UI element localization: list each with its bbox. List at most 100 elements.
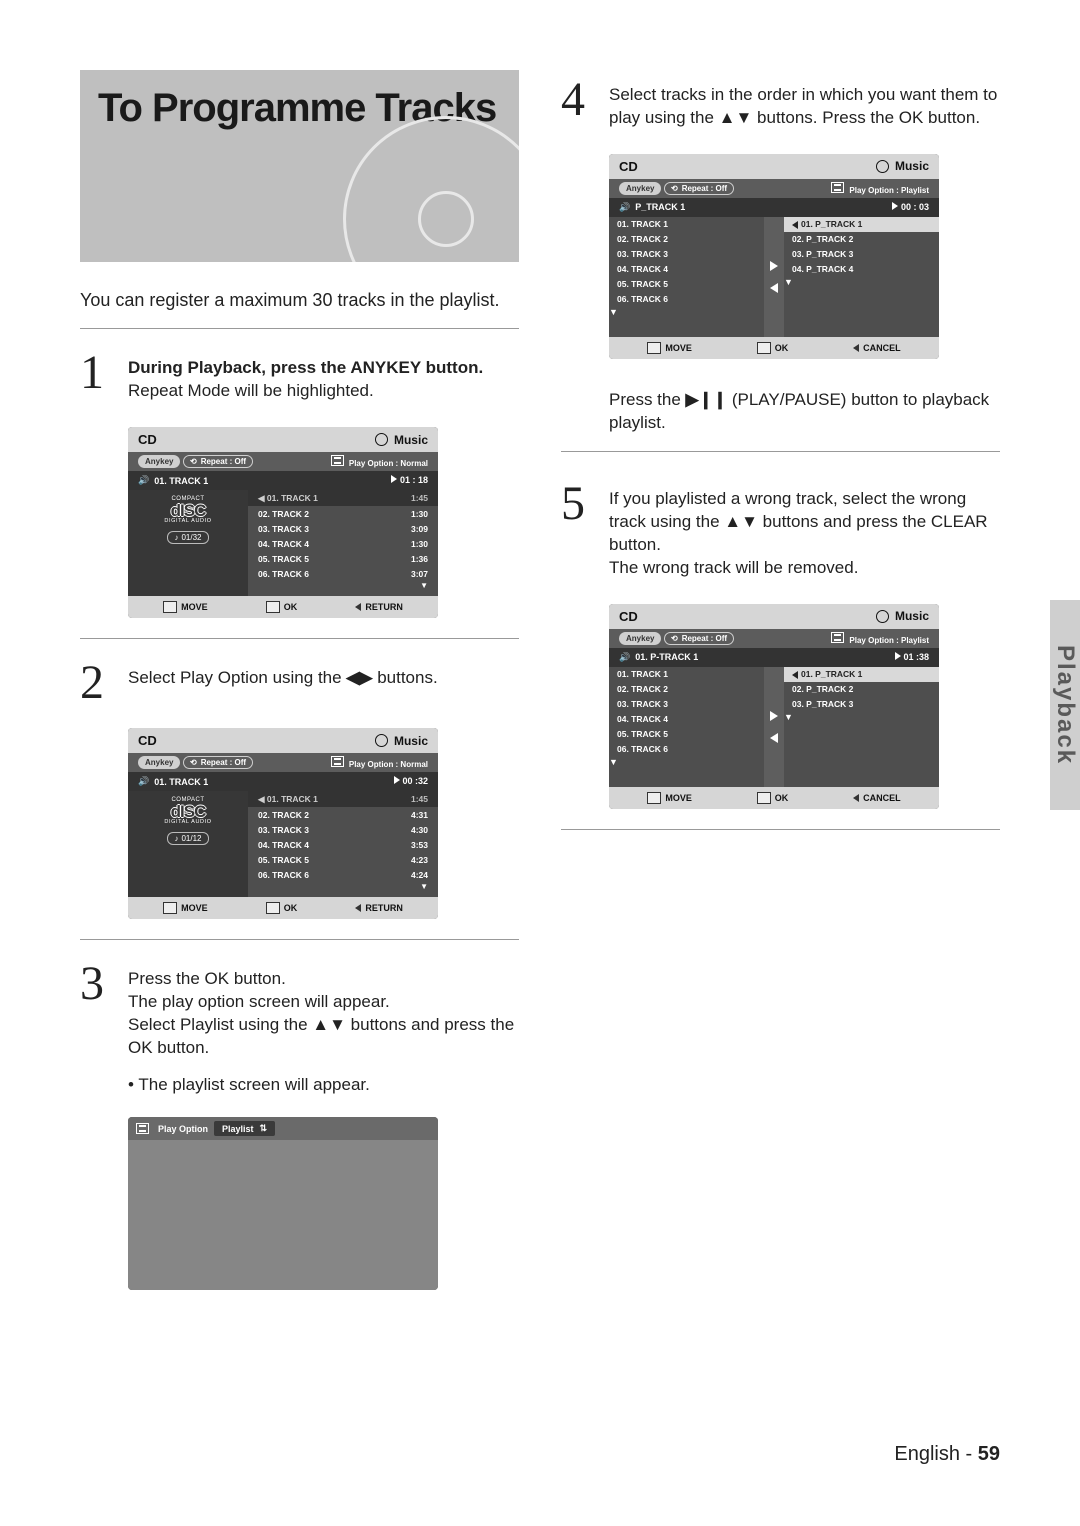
step-number: 3 [80,962,114,1060]
speaker-icon: 🔊 [138,776,149,787]
track-row: 04. TRACK 43:53 [248,837,438,852]
step-2: 2 Select Play Option using the ◀▶ button… [80,661,519,704]
elapsed-time: 01 : 18 [400,475,428,485]
repeat-icon: ⟲ [671,634,678,643]
move-label: MOVE [181,602,208,612]
step-text: Press the OK button. The play option scr… [128,962,519,1060]
move-label: MOVE [181,903,208,913]
repeat-icon: ⟲ [190,457,197,466]
ok-key-icon [757,342,771,354]
track-row: 04. TRACK 4 [609,712,764,727]
track-row: 01. TRACK 1 [609,217,764,232]
osd-music: Music [394,734,428,748]
elapsed-time: 00 : 03 [901,202,929,212]
track-row: 06. TRACK 63:07 [248,566,438,581]
play-option-label: Play Option [158,1124,208,1134]
step-number: 5 [561,482,595,580]
repeat-label: Repeat : Off [201,758,246,767]
step-bullet: • The playlist screen will appear. [128,1074,519,1097]
step-text: Select Play Option using the ◀▶ buttons. [128,661,438,704]
section-tab: Playback [1050,600,1080,810]
arrow-right-icon [770,261,778,271]
track-row: 01. TRACK 1 [609,667,764,682]
up-down-glyph: ▲▼ [719,108,753,127]
divider [80,328,519,329]
list-icon [831,632,844,643]
speaker-icon: 🔊 [619,202,630,213]
divider [561,829,1000,830]
return-key-icon [355,904,361,912]
track-row: 03. TRACK 3 [609,697,764,712]
move-key-icon [163,601,177,613]
play-option-label: Play Option : Playlist [849,186,929,195]
osd-play-option: Play Option Playlist ⇅ [128,1117,438,1290]
list-icon [136,1123,149,1134]
track-row: 02. TRACK 2 [609,232,764,247]
osd-cd-music-1: CD Music Anykey ⟲ Repeat : Off Play Opti… [128,427,438,618]
track-counter: ♪01/12 [167,832,208,845]
play-option-label: Play Option : Normal [349,459,428,468]
playlist-track-list: 01. P_TRACK 102. P_TRACK 203. P_TRACK 30… [784,217,939,337]
cancel-key-icon [853,794,859,802]
arrow-left-icon [770,283,778,293]
ok-key-icon [266,902,280,914]
osd-cd: CD [138,432,157,447]
move-key-icon [647,792,661,804]
osd-cd: CD [138,733,157,748]
move-key-icon [163,902,177,914]
play-option-label: Play Option : Normal [349,760,428,769]
osd-cd: CD [619,609,638,624]
move-key-icon [647,342,661,354]
source-track-list: 01. TRACK 102. TRACK 203. TRACK 304. TRA… [609,667,764,787]
step-4-note: Press the ▶❙❙ (PLAY/PAUSE) button to pla… [609,383,1000,435]
arrow-right-icon [770,711,778,721]
compact-disc-logo: COMPACT dISC DIGITAL AUDIO [153,496,223,525]
step-text: Select tracks in the order in which you … [609,78,1000,130]
footer-page-number: 59 [978,1443,1000,1465]
return-label: RETURN [365,903,403,913]
intro-text: You can register a maximum 30 tracks in … [80,288,519,312]
divider [80,939,519,940]
repeat-label: Repeat : Off [682,184,727,193]
footer-language: English [894,1443,960,1465]
repeat-label: Repeat : Off [201,457,246,466]
step-number: 4 [561,78,595,130]
return-label: RETURN [365,602,403,612]
up-down-glyph: ▲▼ [312,1015,346,1034]
track-row: 03. P_TRACK 3 [784,697,939,712]
step-3: 3 Press the OK button. The play option s… [80,962,519,1060]
track-row: 02. P_TRACK 2 [784,232,939,247]
anykey-chip: Anykey [619,182,661,195]
step-5: 5 If you playlisted a wrong track, selec… [561,482,1000,580]
step-number: 1 [80,351,114,403]
track-list: ◀ 01. TRACK 11:4502. TRACK 24:3103. TRAC… [248,791,438,897]
osd-music: Music [895,159,929,173]
playlist-track-list: 01. P_TRACK 102. P_TRACK 203. P_TRACK 3▼ [784,667,939,787]
track-row: 05. TRACK 51:36 [248,551,438,566]
track-row: 06. TRACK 6 [609,742,764,757]
track-row: 02. TRACK 21:30 [248,506,438,521]
cancel-label: CANCEL [863,793,901,803]
elapsed-time: 00 :32 [402,776,428,786]
repeat-icon: ⟲ [671,184,678,193]
play-icon [391,475,397,483]
disc-icon [375,734,388,747]
track-row: 03. TRACK 33:09 [248,521,438,536]
osd-cd: CD [619,159,638,174]
osd-playlist-2: CD Music Anykey ⟲ Repeat : Off Play Opti… [609,604,939,809]
current-track: 01. P-TRACK 1 [635,652,698,662]
play-icon [892,202,898,210]
play-icon [394,776,400,784]
track-row: 03. TRACK 34:30 [248,822,438,837]
osd-content-area [128,1140,438,1290]
disc-icon [876,160,889,173]
page-footer: English - 59 [80,1443,1000,1466]
track-row: 06. TRACK 64:24 [248,867,438,882]
cancel-label: CANCEL [863,343,901,353]
anykey-chip: Anykey [138,455,180,468]
play-pause-glyph: ▶❙❙ [686,390,728,409]
disc-icon [375,433,388,446]
play-option-label: Play Option : Playlist [849,636,929,645]
osd-music: Music [895,609,929,623]
up-down-glyph: ▲▼ [724,512,758,531]
